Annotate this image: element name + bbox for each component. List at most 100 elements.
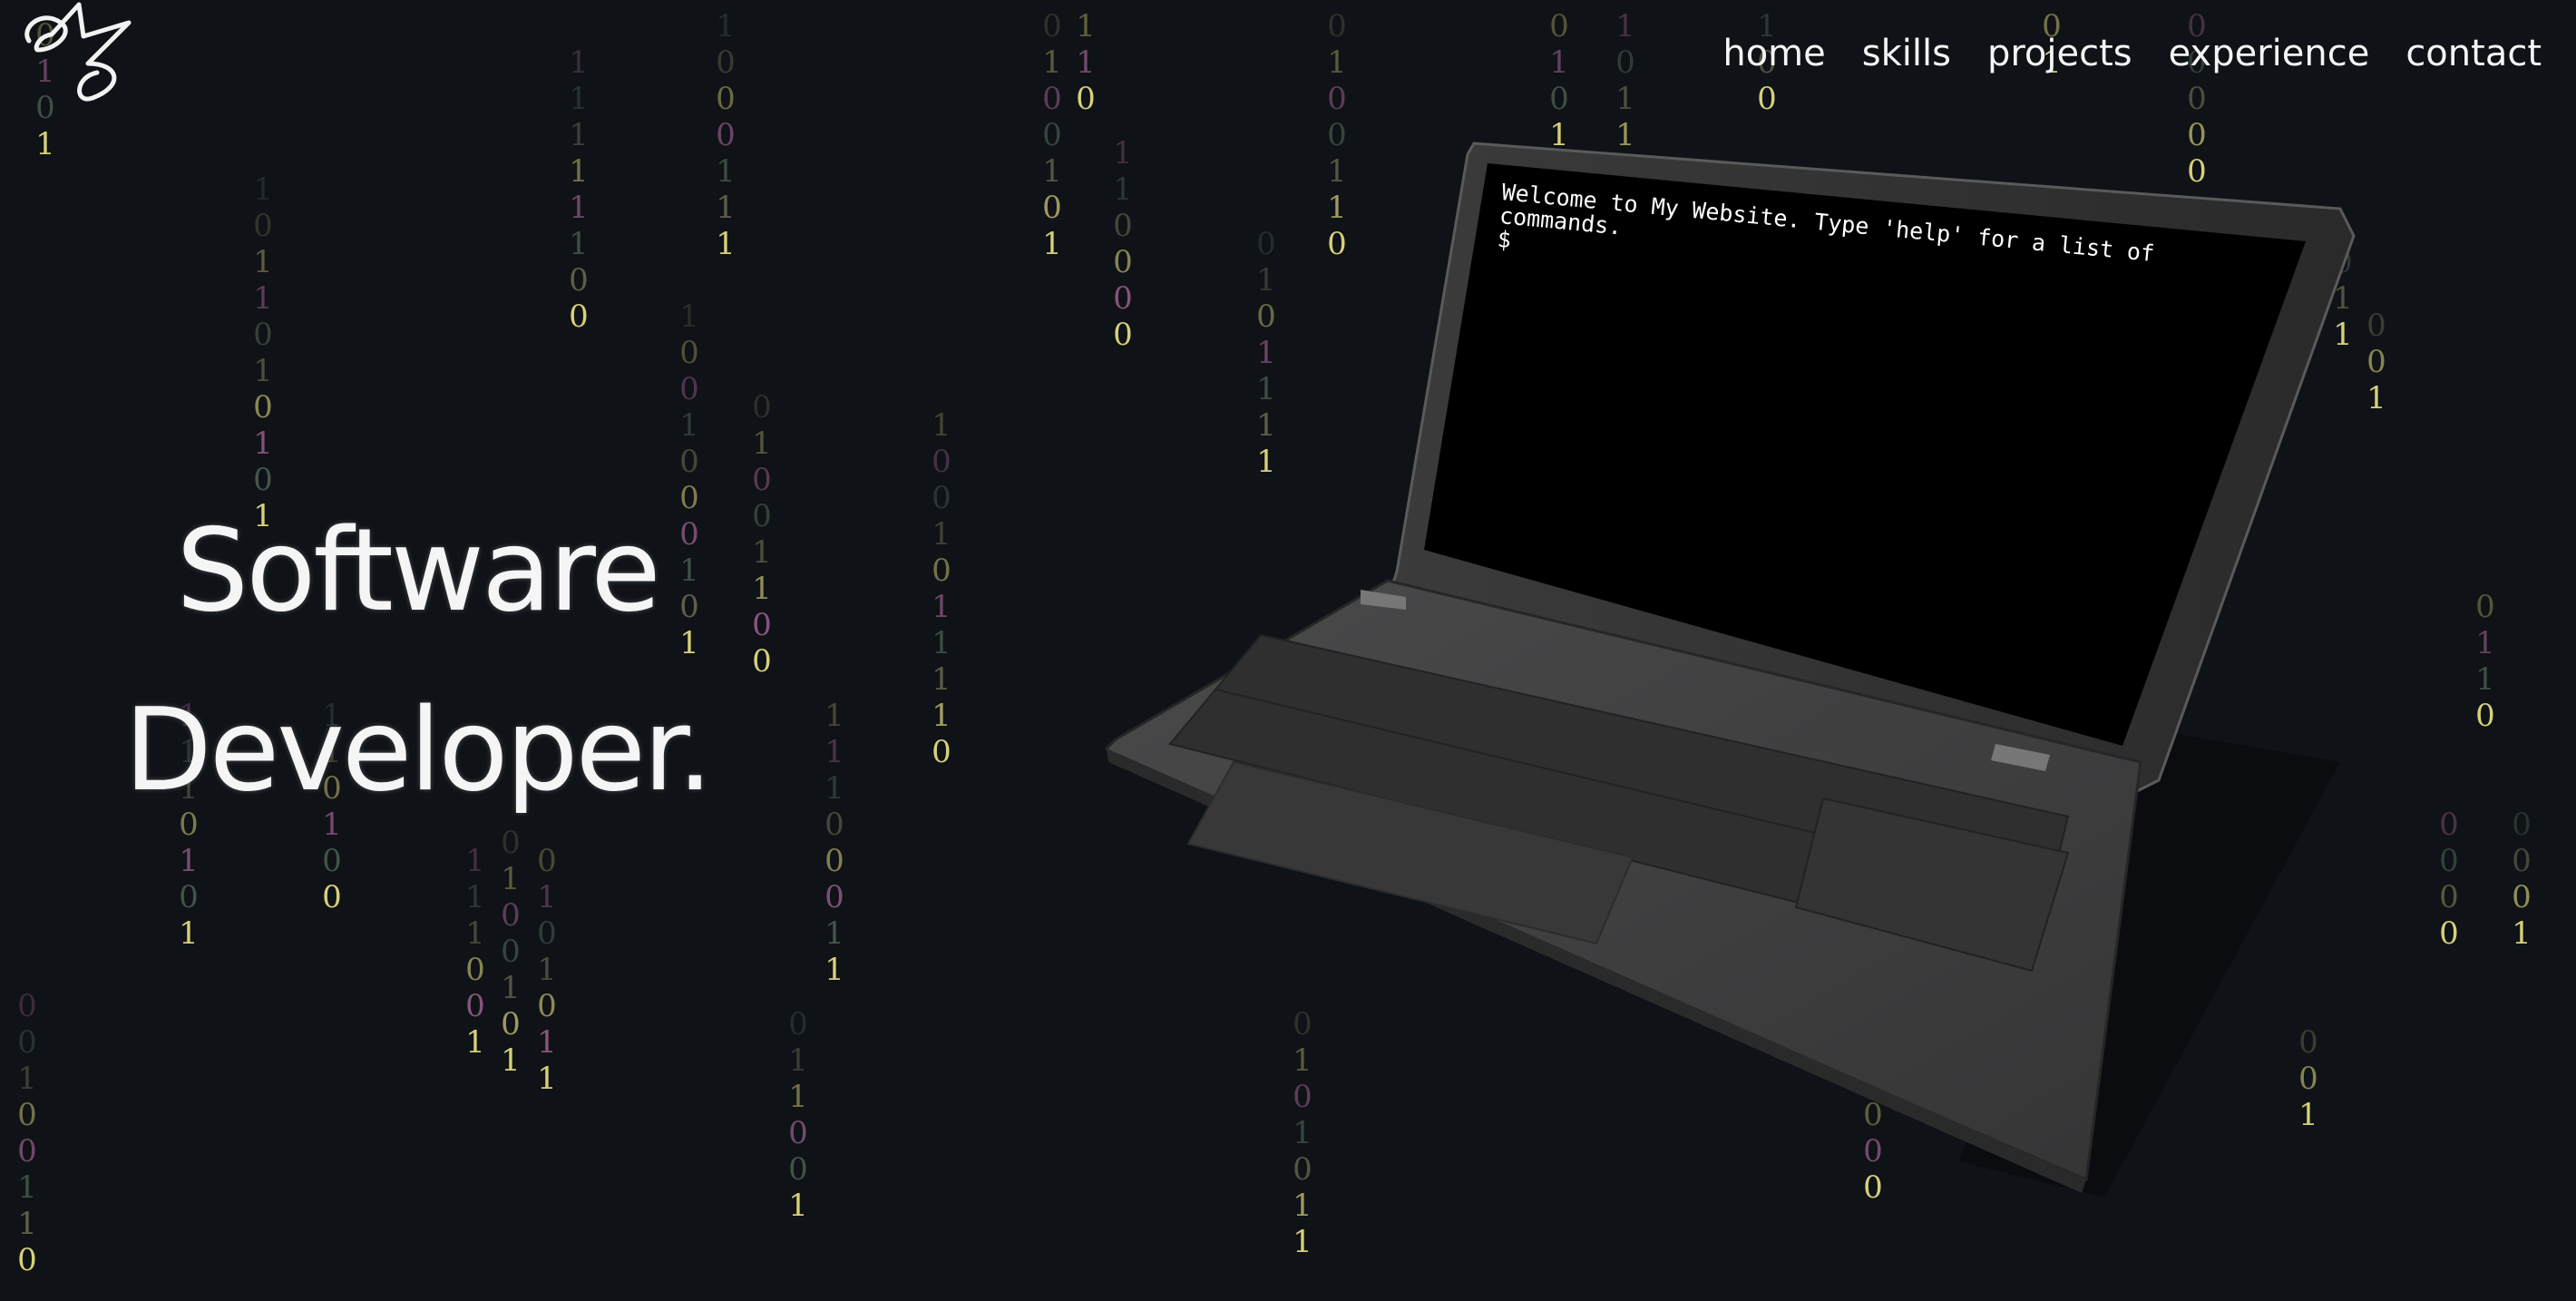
nav-skills[interactable]: skills — [1862, 27, 1951, 80]
rain-digit: 0 — [788, 1151, 808, 1188]
rain-column: 0000 — [2439, 807, 2459, 952]
rain-digit: 1 — [569, 153, 589, 190]
rain-digit: 0 — [825, 807, 844, 843]
rain-digit: 0 — [932, 734, 951, 770]
rain-digit: 1 — [537, 1024, 557, 1061]
rain-digit: 1 — [716, 153, 736, 190]
rain-digit: 0 — [932, 444, 951, 480]
rain-digit: 1 — [1293, 1224, 1312, 1260]
rain-digit: 0 — [253, 317, 273, 353]
rain-digit: 1 — [2512, 915, 2532, 952]
rain-digit: 0 — [2475, 698, 2495, 734]
rain-digit: 1 — [569, 117, 589, 153]
rain-digit: 1 — [569, 81, 589, 117]
rain-digit: 1 — [716, 190, 736, 226]
rain-digit: 1 — [569, 226, 589, 262]
rain-digit: 1 — [2475, 661, 2495, 698]
rain-digit: 0 — [716, 81, 736, 117]
rain-column: 011001 — [788, 1006, 808, 1224]
rain-digit: 0 — [2512, 807, 2532, 843]
rain-digit: 1 — [788, 1079, 808, 1115]
rain-digit: 0 — [2475, 589, 2495, 625]
rain-digit: 0 — [1549, 8, 1569, 44]
rain-digit: 0 — [1042, 117, 1062, 153]
rain-digit: 0 — [17, 1024, 37, 1061]
rain-digit: 0 — [679, 444, 699, 480]
rain-column: 110 — [1076, 8, 1096, 117]
rain-digit: 0 — [253, 208, 273, 244]
rain-digit: 0 — [2439, 915, 2459, 952]
nav-contact[interactable]: contact — [2405, 27, 2542, 80]
rain-digit: 1 — [932, 698, 951, 734]
rain-column: 1001011110 — [932, 407, 951, 770]
rain-digit: 1 — [501, 970, 521, 1006]
hero-line-developer: Developer. — [123, 683, 714, 817]
rain-column: 0100101 — [1042, 8, 1062, 262]
signature-logo-icon[interactable] — [20, 0, 138, 104]
rain-digit: 1 — [788, 1188, 808, 1224]
rain-digit: 0 — [501, 934, 521, 970]
rain-digit: 1 — [17, 1169, 37, 1206]
rain-digit: 1 — [932, 625, 951, 661]
rain-digit: 1 — [825, 952, 844, 988]
rain-digit: 1 — [253, 171, 273, 208]
hero-title: Software Developer. — [109, 481, 726, 840]
rain-digit: 1 — [679, 407, 699, 444]
rain-digit: 1 — [825, 698, 844, 734]
rain-column: 0110 — [2475, 589, 2495, 734]
rain-digit: 0 — [752, 498, 772, 534]
rain-digit: 1 — [179, 915, 199, 952]
rain-digit: 1 — [253, 426, 273, 462]
rain-digit: 0 — [825, 843, 844, 879]
rain-digit: 1 — [932, 661, 951, 698]
rain-digit: 1 — [537, 879, 557, 915]
rain-digit: 0 — [501, 897, 521, 934]
rain-digit: 1 — [825, 770, 844, 807]
rain-digit: 0 — [569, 298, 589, 335]
rain-digit: 1 — [752, 426, 772, 462]
rain-digit: 1 — [253, 353, 273, 389]
rain-digit: 0 — [322, 843, 342, 879]
rain-digit: 0 — [1615, 44, 1635, 81]
rain-digit: 0 — [1327, 8, 1347, 44]
hero-line-software: Software — [176, 504, 660, 637]
rain-digit: 1 — [569, 44, 589, 81]
rain-digit: 1 — [465, 879, 485, 915]
rain-column: 0100101 — [501, 825, 521, 1079]
rain-digit: 1 — [537, 1061, 557, 1097]
rain-column: 1000111 — [716, 8, 736, 262]
rain-digit: 1 — [1076, 44, 1096, 81]
rain-digit: 0 — [17, 1133, 37, 1169]
rain-digit: 1 — [501, 861, 521, 897]
rain-digit: 0 — [1042, 190, 1062, 226]
rain-digit: 1 — [1042, 153, 1062, 190]
laptop-3d-model[interactable]: Welcome to My Website. Type 'help' for a… — [1088, 127, 2376, 1198]
rain-digit: 0 — [17, 1242, 37, 1278]
rain-digit: 0 — [932, 480, 951, 516]
rain-digit: 0 — [501, 1006, 521, 1042]
main-nav: home skills projects experience contact — [1722, 27, 2542, 80]
rain-digit: 1 — [752, 534, 772, 571]
rain-digit: 0 — [752, 389, 772, 426]
rain-digit: 1 — [569, 190, 589, 226]
rain-digit: 0 — [17, 1097, 37, 1133]
rain-digit: 0 — [537, 988, 557, 1024]
rain-digit: 0 — [752, 462, 772, 498]
rain-digit: 1 — [501, 1042, 521, 1079]
nav-home[interactable]: home — [1722, 27, 1825, 80]
rain-digit: 1 — [825, 734, 844, 770]
rain-digit: 1 — [1615, 81, 1635, 117]
rain-digit: 0 — [253, 389, 273, 426]
rain-digit: 1 — [752, 571, 772, 607]
rain-digit: 0 — [537, 843, 557, 879]
rain-column: 0001 — [2512, 807, 2532, 952]
rain-digit: 0 — [179, 879, 199, 915]
rain-digit: 1 — [1042, 226, 1062, 262]
nav-projects[interactable]: projects — [1987, 27, 2132, 80]
rain-digit: 0 — [2439, 879, 2459, 915]
rain-digit: 1 — [1076, 8, 1096, 44]
rain-column: 0101011 — [537, 843, 557, 1097]
rain-digit: 0 — [2439, 843, 2459, 879]
nav-experience[interactable]: experience — [2169, 27, 2370, 80]
rain-digit: 0 — [569, 262, 589, 298]
